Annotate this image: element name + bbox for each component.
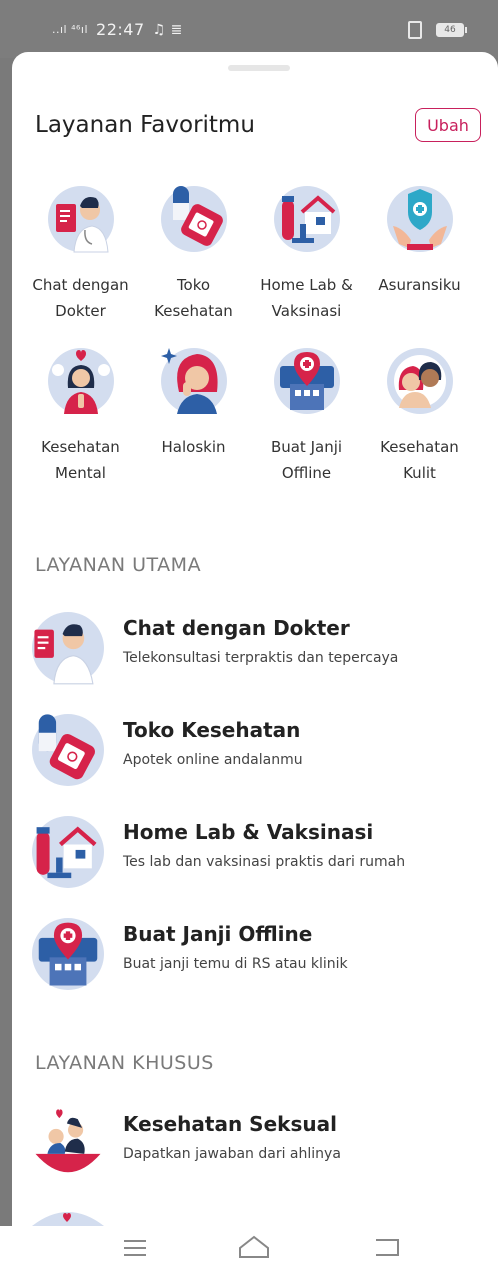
favorite-tile-health-store[interactable]: Toko Kesehatan	[137, 182, 250, 324]
favorite-tile-insurance[interactable]: Asuransiku	[363, 182, 476, 324]
status-bar: ..ıl ⁴⁶ıl 22:47 ♫ ≣ 46	[0, 0, 498, 58]
favorite-tile-skin-health[interactable]: Kesehatan Kulit	[363, 344, 476, 486]
service-row-chat-doctor[interactable]: Chat dengan Dokter Telekonsultasi terpra…	[32, 608, 482, 688]
service-title: Home Lab & Vaksinasi	[123, 820, 374, 844]
status-right: 46	[408, 21, 467, 39]
favorite-tile-home-lab[interactable]: Home Lab & Vaksinasi	[250, 182, 363, 324]
special-services-heading: LAYANAN KHUSUS	[35, 1052, 214, 1074]
favorite-label: Haloskin	[161, 438, 226, 456]
insurance-icon	[386, 182, 453, 254]
favorite-label: Buat Janji Offline	[270, 438, 343, 482]
system-navigation-bar	[0, 1226, 498, 1268]
favorite-label: Home Lab & Vaksinasi	[260, 276, 353, 320]
favorite-label: Kesehatan Mental	[41, 438, 120, 482]
service-subtitle: Dapatkan jawaban dari ahlinya	[123, 1146, 341, 1162]
clock: 22:47	[96, 20, 145, 39]
main-services-heading: LAYANAN UTAMA	[35, 554, 202, 576]
service-title: Chat dengan Dokter	[123, 616, 350, 640]
home-lab-icon	[32, 812, 104, 890]
service-title: Kesehatan Seksual	[123, 1112, 337, 1136]
service-row-sexual-health[interactable]: Kesehatan Seksual Dapatkan jawaban dari …	[32, 1104, 482, 1184]
service-subtitle: Tes lab dan vaksinasi praktis dari rumah	[123, 854, 406, 870]
service-subtitle: Buat janji temu di RS atau klinik	[123, 956, 348, 972]
drag-handle[interactable]	[228, 65, 290, 71]
service-subtitle: Apotek online andalanmu	[123, 752, 303, 768]
service-title: Toko Kesehatan	[123, 718, 301, 742]
home-lab-icon	[273, 182, 340, 254]
favorite-tile-offline-appointment[interactable]: Buat Janji Offline	[250, 344, 363, 486]
skin-health-icon	[386, 344, 453, 416]
doctor-chat-icon	[32, 608, 104, 686]
edit-favorites-button[interactable]: Ubah	[415, 108, 481, 142]
partial-next-icon	[32, 1212, 104, 1226]
haloskin-icon	[160, 344, 227, 416]
health-store-icon	[160, 182, 227, 254]
service-subtitle: Telekonsultasi terpraktis dan tepercaya	[123, 650, 399, 666]
offline-appointment-icon	[273, 344, 340, 416]
service-title: Buat Janji Offline	[123, 922, 313, 946]
favorite-label: Asuransiku	[378, 276, 461, 294]
favorite-label: Kesehatan Kulit	[380, 438, 459, 482]
status-left: ..ıl ⁴⁶ıl 22:47 ♫ ≣	[52, 20, 183, 39]
sexual-health-icon	[32, 1104, 104, 1182]
favorite-tile-haloskin[interactable]: Haloskin	[137, 344, 250, 486]
service-row-home-lab[interactable]: Home Lab & Vaksinasi Tes lab dan vaksina…	[32, 812, 482, 892]
offline-appointment-icon	[32, 914, 104, 992]
notification-icons: ♫ ≣	[152, 21, 183, 38]
service-row-health-store[interactable]: Toko Kesehatan Apotek online andalanmu	[32, 710, 482, 790]
favorite-label: Toko Kesehatan	[154, 276, 233, 320]
health-store-icon	[32, 710, 104, 788]
signal-indicator: ..ıl ⁴⁶ıl	[52, 23, 89, 36]
battery-icon: 46	[436, 23, 467, 37]
doctor-chat-icon	[47, 182, 114, 254]
battery-level: 46	[444, 25, 456, 35]
favorite-tile-mental-health[interactable]: Kesehatan Mental	[24, 344, 137, 486]
favorites-grid: Chat dengan Dokter Toko Kesehatan Home L…	[24, 182, 498, 486]
mental-health-icon	[47, 344, 114, 416]
back-icon[interactable]	[372, 1236, 402, 1258]
menu-icon[interactable]	[122, 1238, 148, 1258]
services-bottom-sheet: Layanan Favoritmu Ubah Chat dengan Dokte…	[12, 52, 498, 1268]
favorites-title: Layanan Favoritmu	[35, 112, 255, 138]
vibrate-icon	[408, 21, 422, 39]
home-icon[interactable]	[236, 1234, 272, 1260]
service-row-offline-appointment[interactable]: Buat Janji Offline Buat janji temu di RS…	[32, 914, 482, 994]
favorite-tile-chat-doctor[interactable]: Chat dengan Dokter	[24, 182, 137, 324]
favorite-label: Chat dengan Dokter	[32, 276, 129, 320]
